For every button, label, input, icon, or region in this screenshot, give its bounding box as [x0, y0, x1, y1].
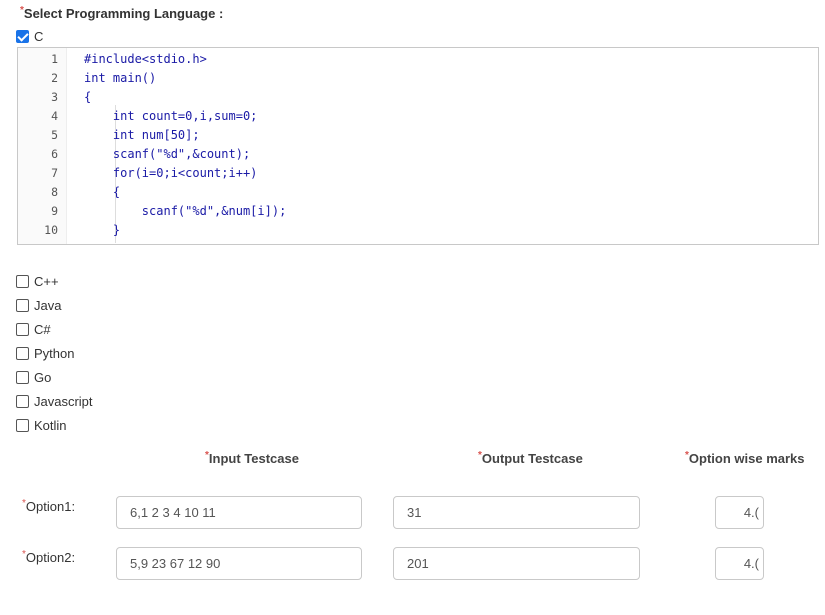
language-option-cpp[interactable]: C++ [16, 274, 59, 289]
language-label: Javascript [34, 394, 93, 409]
language-label: Python [34, 346, 75, 361]
code-editor[interactable]: 1 #include<stdio.h> 2 int main() 3 { 4 int … [17, 47, 819, 245]
header-text: Output Testcase [481, 451, 583, 466]
language-label: Java [34, 298, 62, 313]
required-mark: * [22, 549, 26, 560]
line-number: 7 [51, 166, 58, 180]
header-text: Input Testcase [208, 451, 299, 466]
language-option-kotlin[interactable]: Kotlin [16, 418, 67, 433]
line-number: 3 [51, 90, 58, 104]
checkbox-checked-icon[interactable] [16, 30, 29, 43]
language-label: Go [34, 370, 52, 385]
option2-marks-field[interactable]: 4.( [715, 547, 764, 580]
line-number: 9 [51, 204, 58, 218]
checkbox-icon[interactable] [16, 419, 29, 432]
code-text: { [84, 90, 92, 104]
checkbox-icon[interactable] [16, 275, 29, 288]
code-text: int main() [84, 71, 157, 85]
checkbox-icon[interactable] [16, 371, 29, 384]
option2-input-testcase-field[interactable]: 5,9 23 67 12 90 [116, 547, 362, 580]
language-option-go[interactable]: Go [16, 370, 51, 385]
line-number: 6 [51, 147, 58, 161]
language-title: *Select Programming Language : [20, 5, 224, 21]
language-option-java[interactable]: Java [16, 298, 61, 313]
language-label: C [34, 29, 44, 44]
option1-output-testcase-field[interactable]: 31 [393, 496, 640, 529]
input-testcase-header: *Input Testcase [205, 450, 299, 466]
option-label-text: Option2: [25, 550, 76, 565]
code-text: { [84, 185, 121, 199]
option1-label: *Option1: [22, 498, 76, 514]
line-number: 4 [51, 109, 58, 123]
checkbox-icon[interactable] [16, 323, 29, 336]
language-label: Kotlin [34, 418, 67, 433]
option-marks-header: *Option wise marks [685, 450, 805, 466]
language-option-csharp[interactable]: C# [16, 322, 51, 337]
line-number: 10 [44, 223, 58, 237]
language-title-text: Select Programming Language : [23, 6, 224, 21]
required-mark: * [478, 450, 482, 461]
checkbox-icon[interactable] [16, 299, 29, 312]
output-testcase-header: *Output Testcase [478, 450, 583, 466]
code-text: scanf("%d",&num[i]); [84, 204, 287, 218]
language-label: C++ [34, 274, 59, 289]
language-option-python[interactable]: Python [16, 346, 74, 361]
code-text: int count=0,i,sum=0; [84, 109, 258, 123]
language-label: C# [34, 322, 51, 337]
required-mark: * [20, 5, 24, 16]
code-text: int num[50]; [84, 128, 200, 142]
checkbox-icon[interactable] [16, 347, 29, 360]
line-number: 8 [51, 185, 58, 199]
line-number: 5 [51, 128, 58, 142]
option-label-text: Option1: [25, 499, 76, 514]
checkbox-icon[interactable] [16, 395, 29, 408]
code-text: } [84, 223, 121, 237]
line-number: 2 [51, 71, 58, 85]
code-text: scanf("%d",&count); [84, 147, 251, 161]
code-text: #include<stdio.h> [84, 52, 207, 66]
option2-output-testcase-field[interactable]: 201 [393, 547, 640, 580]
required-mark: * [685, 450, 689, 461]
line-number: 1 [51, 52, 58, 66]
required-mark: * [22, 498, 26, 509]
option2-label: *Option2: [22, 549, 76, 565]
header-text: Option wise marks [688, 451, 805, 466]
option1-marks-field[interactable]: 4.( [715, 496, 764, 529]
option1-input-testcase-field[interactable]: 6,1 2 3 4 10 11 [116, 496, 362, 529]
required-mark: * [205, 450, 209, 461]
code-text: for(i=0;i<count;i++) [84, 166, 258, 180]
language-option-c[interactable]: C [16, 29, 43, 44]
language-option-javascript[interactable]: Javascript [16, 394, 93, 409]
